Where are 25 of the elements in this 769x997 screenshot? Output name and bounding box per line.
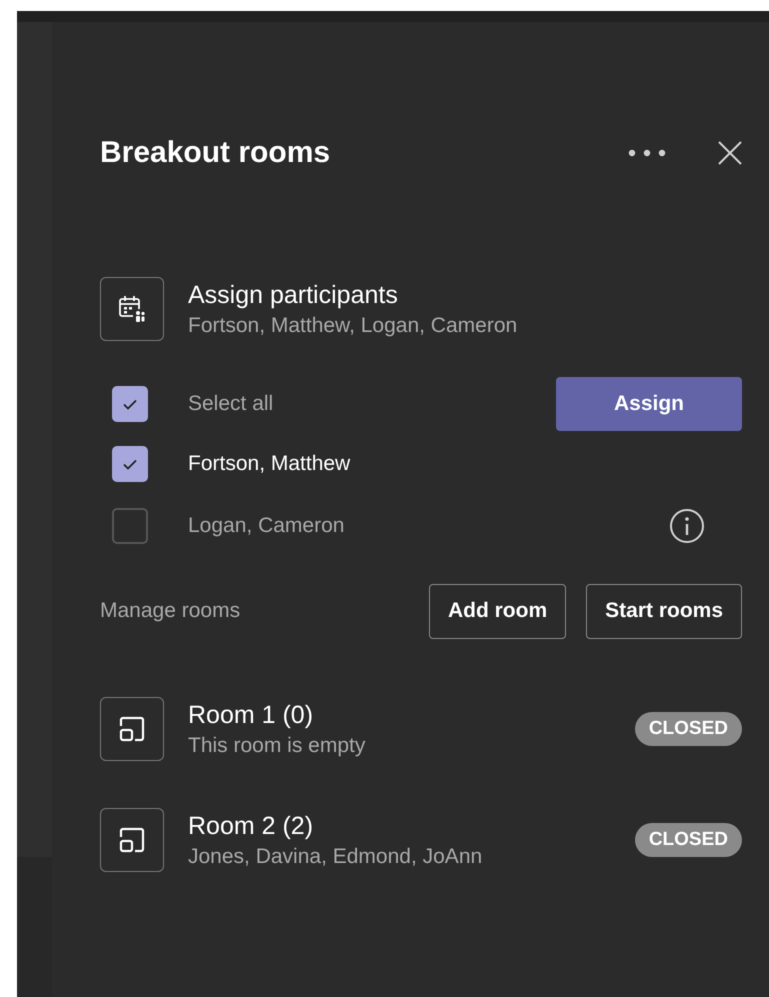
assign-button[interactable]: Assign (556, 377, 742, 431)
participant-name: Fortson, Matthew (188, 452, 352, 476)
manage-rooms-label: Manage rooms (100, 599, 242, 623)
panel-title: Breakout rooms (100, 136, 332, 170)
room-icon (100, 808, 164, 872)
room-icon (100, 697, 164, 761)
start-rooms-button[interactable]: Start rooms (586, 584, 742, 638)
status-badge: CLOSED (634, 823, 742, 857)
status-badge: CLOSED (634, 712, 742, 746)
room-members: Jones, Davina, Edmond, JoAnn (188, 844, 484, 868)
select-all-label: Select all (188, 392, 274, 416)
calendar-people-icon (100, 277, 164, 341)
section-title: Assign participants (188, 280, 399, 310)
participant-checkbox[interactable] (112, 446, 148, 482)
add-room-button[interactable]: Add room (428, 584, 566, 638)
select-all-checkbox[interactable] (112, 386, 148, 422)
participant-checkbox[interactable] (112, 508, 148, 544)
participant-name: Logan, Cameron (188, 514, 346, 538)
info-icon[interactable] (669, 508, 705, 544)
section-subtitle: Fortson, Matthew, Logan, Cameron (188, 314, 518, 338)
more-options-icon[interactable] (628, 149, 666, 157)
room-name: Room 1 (0) (188, 700, 314, 730)
close-icon[interactable] (718, 141, 742, 165)
room-members: This room is empty (188, 734, 366, 758)
room-name: Room 2 (2) (188, 812, 314, 840)
